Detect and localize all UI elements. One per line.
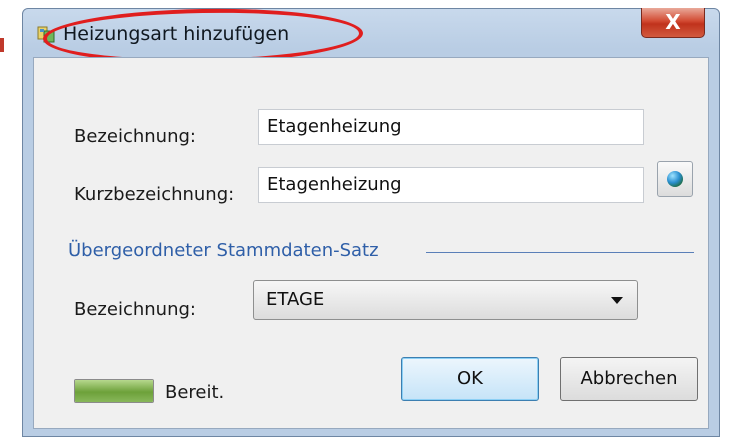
dialog-content: Bezeichnung: Etagenheizung Kurzbezeichnu… [33, 57, 709, 429]
parent-bezeichnung-label: Bezeichnung: [74, 299, 196, 320]
ok-button[interactable]: OK [401, 357, 539, 401]
status-text: Bereit. [165, 382, 225, 403]
bezeichnung-label: Bezeichnung: [74, 126, 196, 147]
globe-icon [667, 171, 683, 187]
app-icon [37, 25, 55, 43]
dialog-window: Heizungsart hinzufügen X Bezeichnung: Et… [22, 6, 720, 437]
title-bar[interactable]: Heizungsart hinzufügen X [23, 8, 719, 57]
close-button[interactable]: X [641, 8, 705, 38]
background-edge [0, 0, 22, 443]
close-icon: X [665, 10, 681, 34]
selected-value: ETAGE [266, 289, 325, 310]
chevron-down-icon[interactable] [611, 297, 623, 304]
section-divider [426, 252, 694, 253]
cancel-button[interactable]: Abbrechen [560, 357, 698, 401]
bezeichnung-input[interactable]: Etagenheizung [258, 109, 644, 145]
parent-section-title: Übergeordneter Stammdaten-Satz [68, 240, 379, 261]
progress-fill [75, 380, 153, 402]
kurzbezeichnung-input[interactable]: Etagenheizung [258, 167, 644, 203]
translate-button[interactable] [657, 161, 693, 197]
parent-bezeichnung-select[interactable]: ETAGE [253, 280, 638, 320]
status-progress-bar [74, 379, 154, 403]
kurzbezeichnung-label: Kurzbezeichnung: [74, 184, 235, 205]
window-title: Heizungsart hinzufügen [63, 23, 290, 45]
background-mark [0, 38, 4, 52]
